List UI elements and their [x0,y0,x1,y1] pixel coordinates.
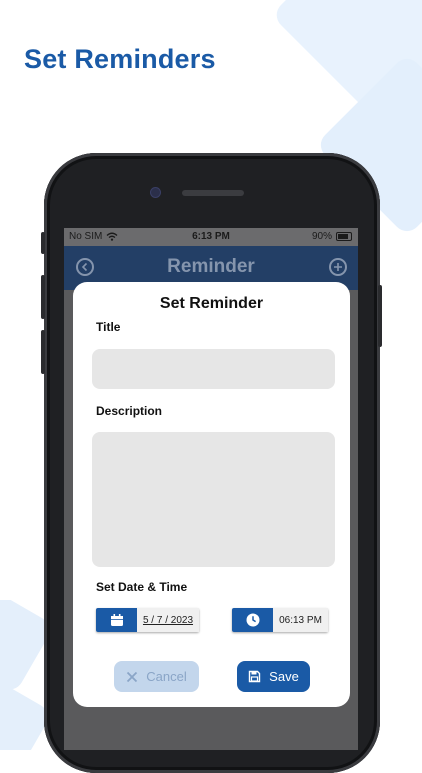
date-picker-button[interactable] [96,608,137,632]
save-label: Save [269,669,299,684]
time-picker-button[interactable] [232,608,273,632]
cancel-button[interactable]: Cancel [114,661,199,692]
mute-switch [41,232,45,254]
app-bar-title: Reminder [167,256,255,277]
date-value[interactable]: 5 / 7 / 2023 [137,608,199,632]
set-reminder-modal: Set Reminder Title Description Set Date … [73,282,350,707]
title-label: Title [96,320,121,334]
modal-title: Set Reminder [159,295,264,312]
title-input[interactable] [92,349,335,389]
status-bar: No SIM 6:13 PM 90% [64,228,358,246]
time-value[interactable]: 06:13 PM [273,608,328,632]
page-headline: Set Reminders [24,44,216,74]
earpiece [182,190,244,196]
save-button[interactable]: Save [237,661,310,692]
cancel-label: Cancel [146,669,187,684]
clock-icon [246,613,259,627]
time-picker[interactable]: 06:13 PM [232,608,328,632]
datetime-label: Set Date & Time [96,580,188,594]
power-button [378,285,382,347]
close-icon [127,671,138,682]
description-label: Description [96,404,163,418]
calendar-icon [110,613,123,626]
save-icon [248,670,261,683]
volume-up-button [41,275,45,319]
date-picker[interactable]: 5 / 7 / 2023 [96,608,199,632]
volume-down-button [41,330,45,374]
front-camera [150,187,161,198]
description-input[interactable] [92,432,335,567]
add-circle-icon[interactable] [329,258,347,276]
battery-icon [336,232,352,241]
battery-percent: 90% [311,231,332,242]
